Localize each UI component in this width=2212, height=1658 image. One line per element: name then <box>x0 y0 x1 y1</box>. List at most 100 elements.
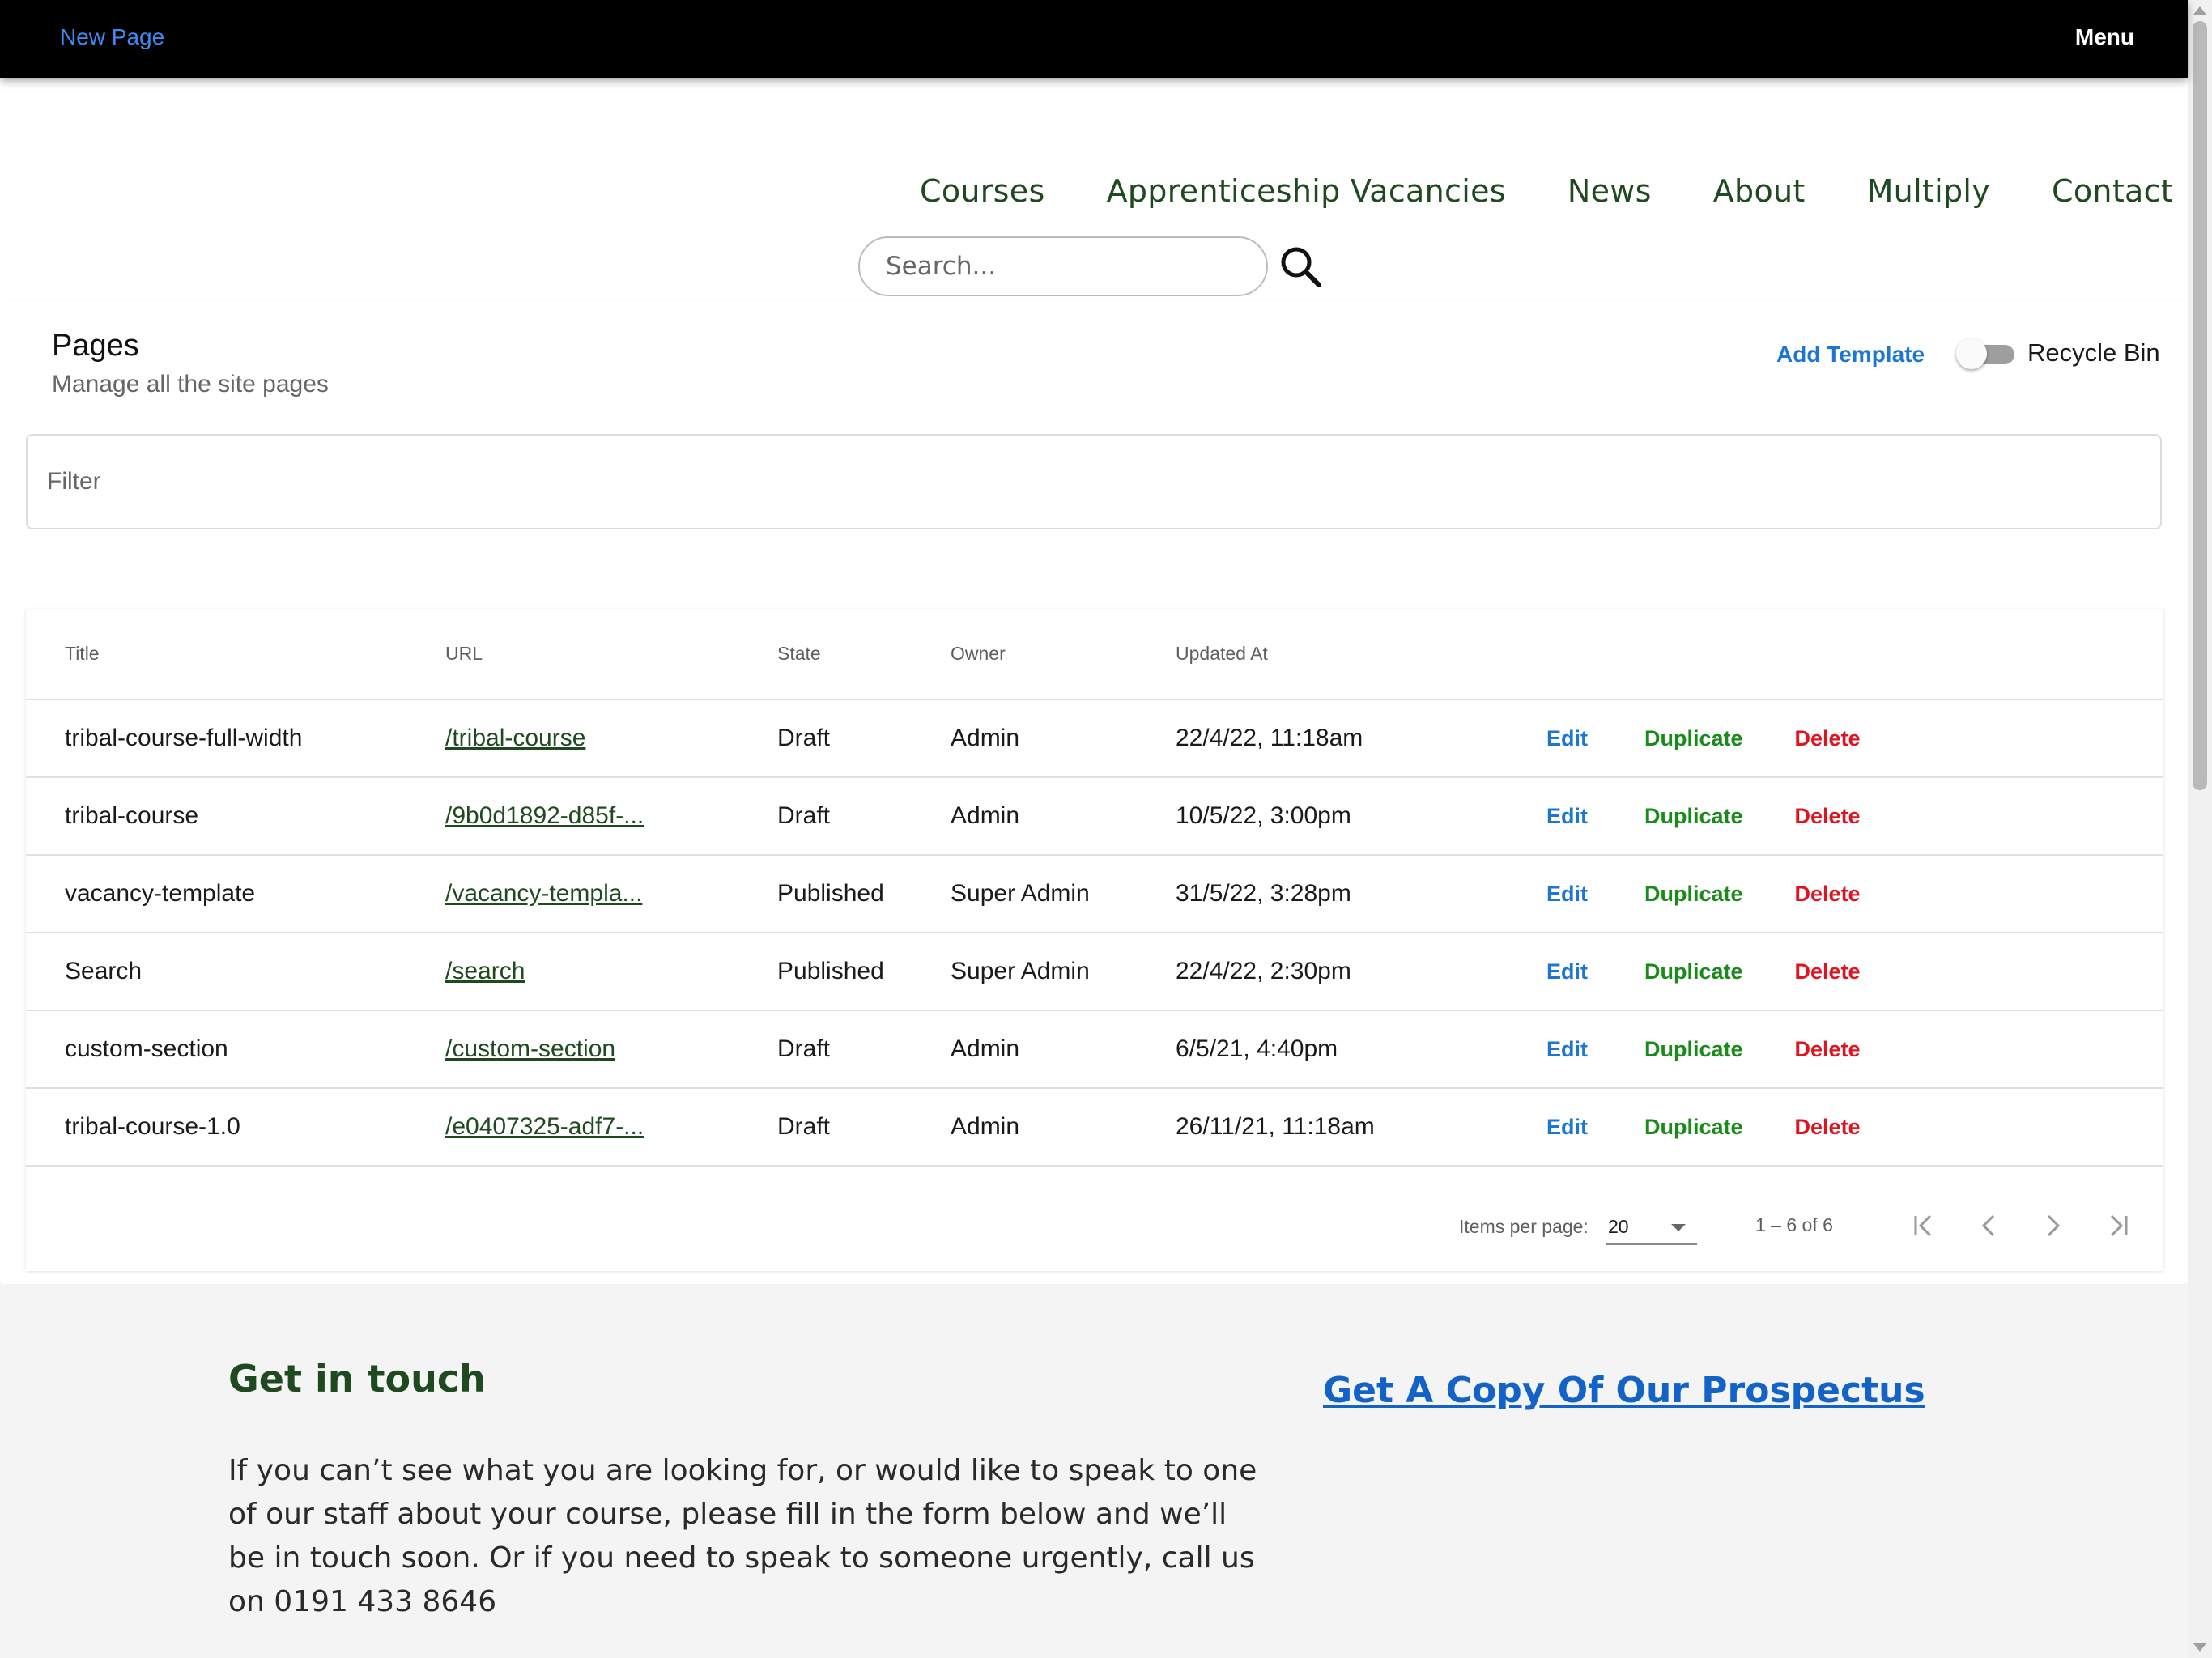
delete-button[interactable]: Delete <box>1795 1037 1861 1062</box>
column-updated-at[interactable]: Updated At <box>1176 609 1546 700</box>
duplicate-button[interactable]: Duplicate <box>1644 882 1743 907</box>
get-in-touch-heading: Get in touch <box>228 1357 486 1401</box>
duplicate-button[interactable]: Duplicate <box>1644 726 1743 751</box>
row-updated-at: 6/5/21, 4:40pm <box>1176 1010 1546 1089</box>
page-title: Pages <box>52 329 139 363</box>
nav-contact[interactable]: Contact <box>2052 173 2173 209</box>
previous-page-icon[interactable] <box>1966 1203 2011 1248</box>
nav-news[interactable]: News <box>1568 173 1652 209</box>
scroll-up-icon[interactable] <box>2193 6 2206 15</box>
admin-topbar: New Page Menu <box>0 0 2188 78</box>
row-owner: Admin <box>951 1088 1176 1167</box>
edit-button[interactable]: Edit <box>1546 1115 1588 1140</box>
recycle-bin-toggle[interactable] <box>1956 338 2016 369</box>
row-updated-at: 10/5/22, 3:00pm <box>1176 777 1546 856</box>
pages-table: Title URL State Owner Updated At tribal-… <box>26 609 2163 1271</box>
pages-panel: Pages Manage all the site pages Add Temp… <box>0 301 2188 1284</box>
menu-button[interactable]: Menu <box>2075 24 2134 50</box>
edit-button[interactable]: Edit <box>1546 726 1588 751</box>
row-state: Published <box>777 855 951 933</box>
edit-button[interactable]: Edit <box>1546 804 1588 829</box>
page-subtitle: Manage all the site pages <box>52 371 329 397</box>
column-title[interactable]: Title <box>26 609 445 700</box>
row-state: Published <box>777 933 951 1011</box>
page-scrollbar[interactable] <box>2188 0 2212 1658</box>
items-per-page-value: 20 <box>1608 1216 1629 1237</box>
row-updated-at: 31/5/22, 3:28pm <box>1176 855 1546 933</box>
site-footer: Get in touch If you can’t see what you a… <box>0 1284 2188 1658</box>
column-actions <box>1546 609 2163 700</box>
row-owner: Super Admin <box>951 855 1176 933</box>
next-page-icon[interactable] <box>2031 1203 2076 1248</box>
row-url-link[interactable]: /e0407325-adf7-... <box>445 1113 644 1140</box>
nav-courses[interactable]: Courses <box>920 173 1045 209</box>
row-state: Draft <box>777 1088 951 1167</box>
row-title: Search <box>26 933 445 1011</box>
search-input[interactable] <box>858 236 1268 296</box>
table-row: vacancy-template /vacancy-templa... Publ… <box>26 855 2163 933</box>
site-header: Courses Apprenticeship Vacancies News Ab… <box>0 78 2188 301</box>
duplicate-button[interactable]: Duplicate <box>1644 804 1743 829</box>
column-owner[interactable]: Owner <box>951 609 1176 700</box>
delete-button[interactable]: Delete <box>1795 1115 1861 1140</box>
row-owner: Admin <box>951 699 1176 778</box>
column-state[interactable]: State <box>777 609 951 700</box>
new-page-link[interactable]: New Page <box>60 24 164 50</box>
duplicate-button[interactable]: Duplicate <box>1644 1115 1743 1140</box>
get-in-touch-text: If you can’t see what you are looking fo… <box>228 1454 1257 1618</box>
row-state: Draft <box>777 1010 951 1089</box>
row-url-link[interactable]: /custom-section <box>445 1035 615 1062</box>
row-title: vacancy-template <box>26 855 445 933</box>
row-state: Draft <box>777 777 951 856</box>
first-page-icon[interactable] <box>1901 1203 1946 1248</box>
search-icon[interactable] <box>1276 242 1325 291</box>
row-url-link[interactable]: /tribal-course <box>445 725 585 751</box>
add-template-button[interactable]: Add Template <box>1776 342 1925 368</box>
filter-input[interactable] <box>28 436 2160 528</box>
page-range-label: 1 – 6 of 6 <box>1755 1214 1833 1235</box>
scroll-down-icon[interactable] <box>2193 1643 2206 1652</box>
duplicate-button[interactable]: Duplicate <box>1644 959 1743 984</box>
table-header-row: Title URL State Owner Updated At <box>26 609 2163 700</box>
row-state: Draft <box>777 699 951 778</box>
items-per-page-label: Items per page: <box>1459 1216 1589 1237</box>
scrollbar-thumb[interactable] <box>2193 21 2207 790</box>
delete-button[interactable]: Delete <box>1795 959 1861 984</box>
nav-multiply[interactable]: Multiply <box>1867 173 1990 209</box>
prospectus-link[interactable]: Get A Copy Of Our Prospectus <box>1323 1370 1925 1411</box>
nav-about[interactable]: About <box>1713 173 1806 209</box>
row-updated-at: 26/11/21, 11:18am <box>1176 1088 1546 1167</box>
delete-button[interactable]: Delete <box>1795 726 1861 751</box>
filter-field <box>26 434 2162 529</box>
table-row: Search /search Published Super Admin 22/… <box>26 933 2163 1011</box>
row-owner: Super Admin <box>951 933 1176 1011</box>
row-updated-at: 22/4/22, 2:30pm <box>1176 933 1546 1011</box>
toggle-thumb <box>1956 338 1987 369</box>
last-page-icon[interactable] <box>2095 1203 2141 1248</box>
table-row: custom-section /custom-section Draft Adm… <box>26 1010 2163 1089</box>
column-url[interactable]: URL <box>445 609 777 700</box>
row-title: tribal-course-full-width <box>26 699 445 778</box>
row-url-link[interactable]: /search <box>445 958 525 984</box>
duplicate-button[interactable]: Duplicate <box>1644 1037 1743 1062</box>
row-title: tribal-course-1.0 <box>26 1088 445 1167</box>
nav-apprenticeship-vacancies[interactable]: Apprenticeship Vacancies <box>1107 173 1506 209</box>
delete-button[interactable]: Delete <box>1795 882 1861 907</box>
site-nav: Courses Apprenticeship Vacancies News Ab… <box>858 173 2173 209</box>
paginator: Items per page: 20 1 – 6 of 6 <box>26 1182 2163 1263</box>
items-per-page-select[interactable]: 20 <box>1606 1206 1697 1245</box>
row-url-link[interactable]: /vacancy-templa... <box>445 880 642 907</box>
row-owner: Admin <box>951 1010 1176 1089</box>
row-updated-at: 22/4/22, 11:18am <box>1176 699 1546 778</box>
delete-button[interactable]: Delete <box>1795 804 1861 829</box>
chevron-down-icon <box>1671 1224 1686 1231</box>
edit-button[interactable]: Edit <box>1546 1037 1588 1062</box>
recycle-bin-label: Recycle Bin <box>2027 338 2160 367</box>
row-url-link[interactable]: /9b0d1892-d85f-... <box>445 802 644 829</box>
edit-button[interactable]: Edit <box>1546 882 1588 907</box>
table-row: tribal-course-1.0 /e0407325-adf7-... Dra… <box>26 1088 2163 1167</box>
site-search <box>858 236 1325 296</box>
row-title: custom-section <box>26 1010 445 1089</box>
edit-button[interactable]: Edit <box>1546 959 1588 984</box>
row-owner: Admin <box>951 777 1176 856</box>
